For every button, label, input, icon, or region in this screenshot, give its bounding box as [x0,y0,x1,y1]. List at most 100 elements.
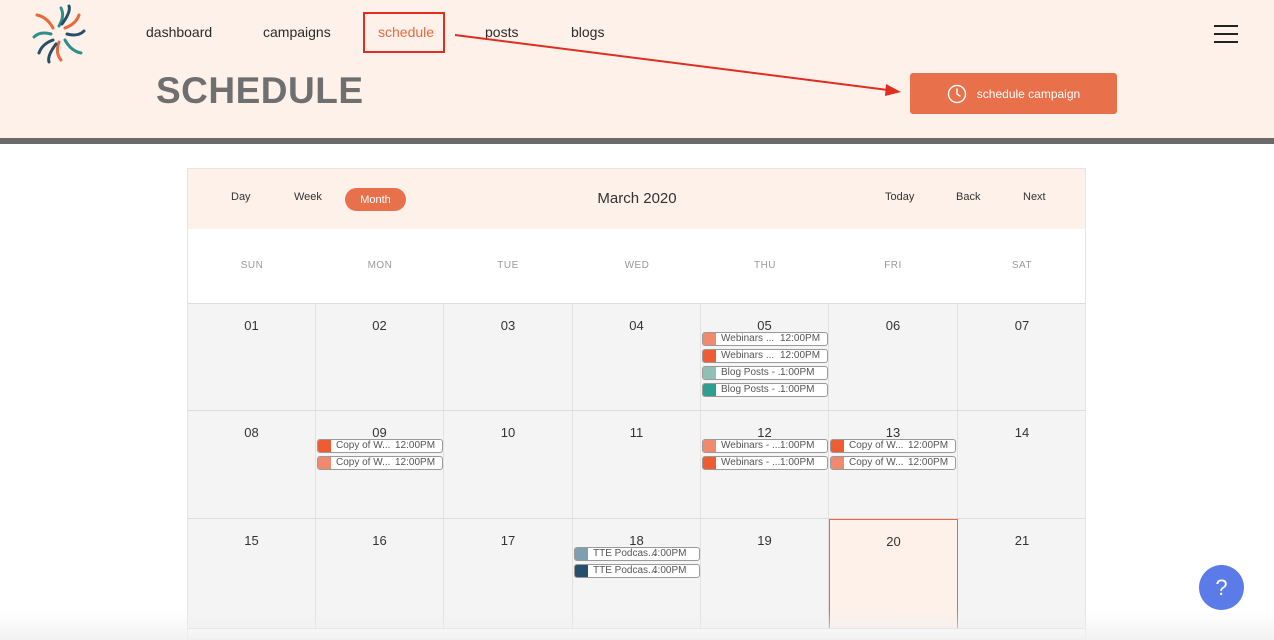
event-color-swatch [318,457,331,469]
calendar-day-cell[interactable]: 10 [444,411,573,519]
calendar-day-cell[interactable]: 05 Webinars ... 12:00PM Webinars ... 12:00PM… [701,304,829,411]
page-title: SCHEDULE [156,70,364,111]
event-time: 4:00PM [652,548,687,559]
calendar-day-cell[interactable]: 21 [958,519,1085,629]
calendar-day-cell[interactable]: 09 Copy of W... 12:00PM Copy of W... 12:00PM [316,411,444,519]
event-color-swatch [703,457,716,469]
calendar-toolbar: Day Week Month March 2020 Today Back Nex… [188,169,1085,230]
schedule-campaign-label: schedule campaign [976,86,1081,101]
calendar-day-cell[interactable]: 16 [316,519,444,629]
day-number: 20 [886,534,901,549]
clock-icon [947,84,966,103]
day-number: 18 [629,533,644,548]
event-color-swatch [703,333,716,345]
nav-blogs[interactable]: blogs [571,24,604,40]
calendar-day-cell[interactable]: 01 [188,304,316,411]
calendar-event[interactable]: Copy of W... 12:00PM [317,439,443,453]
event-time: 1:00PM [780,367,815,378]
help-label: ? [1215,574,1228,600]
event-time: 1:00PM [780,457,815,468]
day-number: 09 [372,425,387,440]
calendar-day-cell[interactable]: 03 [444,304,573,411]
day-number: 06 [885,318,901,333]
day-number: 01 [244,318,259,333]
day-number: 13 [885,425,901,440]
weekday-label: TUE [497,260,519,271]
calendar-event[interactable]: Blog Posts - ... 1:00PM [702,383,828,397]
day-number: 02 [372,318,387,333]
nav-campaigns[interactable]: campaigns [263,24,331,40]
calendar-event[interactable]: Webinars - ... 1:00PM [702,456,828,470]
event-title: Webinars ... [721,350,775,361]
event-title: Webinars ... [721,333,775,344]
day-number: 07 [1014,318,1030,333]
calendar-day-cell-today[interactable]: 20 [829,519,958,629]
day-number: 08 [244,425,259,440]
back-button[interactable]: Back [956,191,980,203]
day-number: 11 [629,425,644,440]
calendar-day-cell[interactable]: 12 Webinars - ... 1:00PM Webinars - ... 1:00… [701,411,829,519]
day-number: 16 [372,533,387,548]
calendar-event[interactable]: TTE Podcas... 4:00PM [574,564,700,578]
calendar-day-cell[interactable]: 14 [958,411,1085,519]
calendar-event[interactable]: Blog Posts - ... 1:00PM [702,366,828,380]
calendar-event[interactable]: Copy of W... 12:00PM [830,439,956,453]
calendar-event[interactable]: Webinars - ... 1:00PM [702,439,828,453]
event-color-swatch [703,384,716,396]
calendar-week-row: 01 02 03 04 05 Webinars ... 12:00PM Webinars ..… [188,304,1085,411]
event-title: Copy of W... [336,457,391,468]
calendar-day-cell[interactable]: 15 [188,519,316,629]
event-time: 12:00PM [395,440,436,451]
event-color-swatch [831,457,844,469]
calendar-day-cell[interactable]: 07 [958,304,1085,411]
today-button[interactable]: Today [885,191,914,203]
weekday-label: SAT [1011,260,1033,271]
event-time: 4:00PM [652,565,687,576]
calendar-day-cell[interactable]: 17 [444,519,573,629]
calendar-day-cell[interactable]: 11 [573,411,701,519]
day-number: 15 [244,533,259,548]
day-number: 14 [1014,425,1030,440]
calendar-day-cell[interactable]: 04 [573,304,701,411]
calendar-day-cell[interactable]: 06 [829,304,958,411]
event-color-swatch [575,565,588,577]
event-time: 12:00PM [780,350,821,361]
calendar-day-cell[interactable]: 13 Copy of W... 12:00PM Copy of W... 12:00PM [829,411,958,519]
day-number: 05 [757,318,772,333]
calendar-event[interactable]: Webinars ... 12:00PM [702,332,828,346]
event-title: Copy of W... [336,440,391,451]
calendar-event[interactable]: Copy of W... 12:00PM [317,456,443,470]
calendar-event[interactable]: Copy of W... 12:00PM [830,456,956,470]
nav-dashboard[interactable]: dashboard [146,24,212,40]
schedule-campaign-button[interactable]: schedule campaign [910,73,1117,114]
event-title: Webinars - ... [721,440,781,451]
calendar-event[interactable]: Webinars ... 12:00PM [702,349,828,363]
calendar-day-cell[interactable]: 19 [701,519,829,629]
event-title: Webinars - ... [721,457,781,468]
help-button[interactable]: ? [1199,565,1244,610]
calendar-day-cell[interactable]: 18 TTE Podcas... 4:00PM TTE Podcas... 4:00PM [573,519,701,629]
calendar-week-row: 08 09 Copy of W... 12:00PM Copy of W... 12:00… [188,411,1085,519]
next-button[interactable]: Next [1023,191,1046,203]
calendar-week-row: 15 16 17 18 TTE Podcas... 4:00PM TTE Podcas...… [188,519,1085,629]
event-time: 1:00PM [780,440,815,451]
weekday-label: FRI [884,260,902,271]
event-title: TTE Podcas... [593,548,657,559]
calendar-event[interactable]: TTE Podcas... 4:00PM [574,547,700,561]
event-time: 1:00PM [780,384,815,395]
calendar-day-cell[interactable]: 02 [316,304,444,411]
event-title: TTE Podcas... [593,565,657,576]
annotation-highlight-box [363,12,445,53]
weekday-label: WED [624,260,650,271]
nav-posts[interactable]: posts [485,24,518,40]
calendar-day-cell[interactable]: 08 [188,411,316,519]
event-color-swatch [703,440,716,452]
event-color-swatch [703,367,716,379]
calendar-month-title: March 2020 [597,190,677,207]
event-color-swatch [703,350,716,362]
starburst-logo[interactable] [28,4,90,64]
weekday-label: SUN [240,260,264,271]
day-number: 19 [757,533,772,548]
calendar: Day Week Month March 2020 Today Back Nex… [187,168,1086,640]
hamburger-menu-icon[interactable] [1214,23,1240,45]
